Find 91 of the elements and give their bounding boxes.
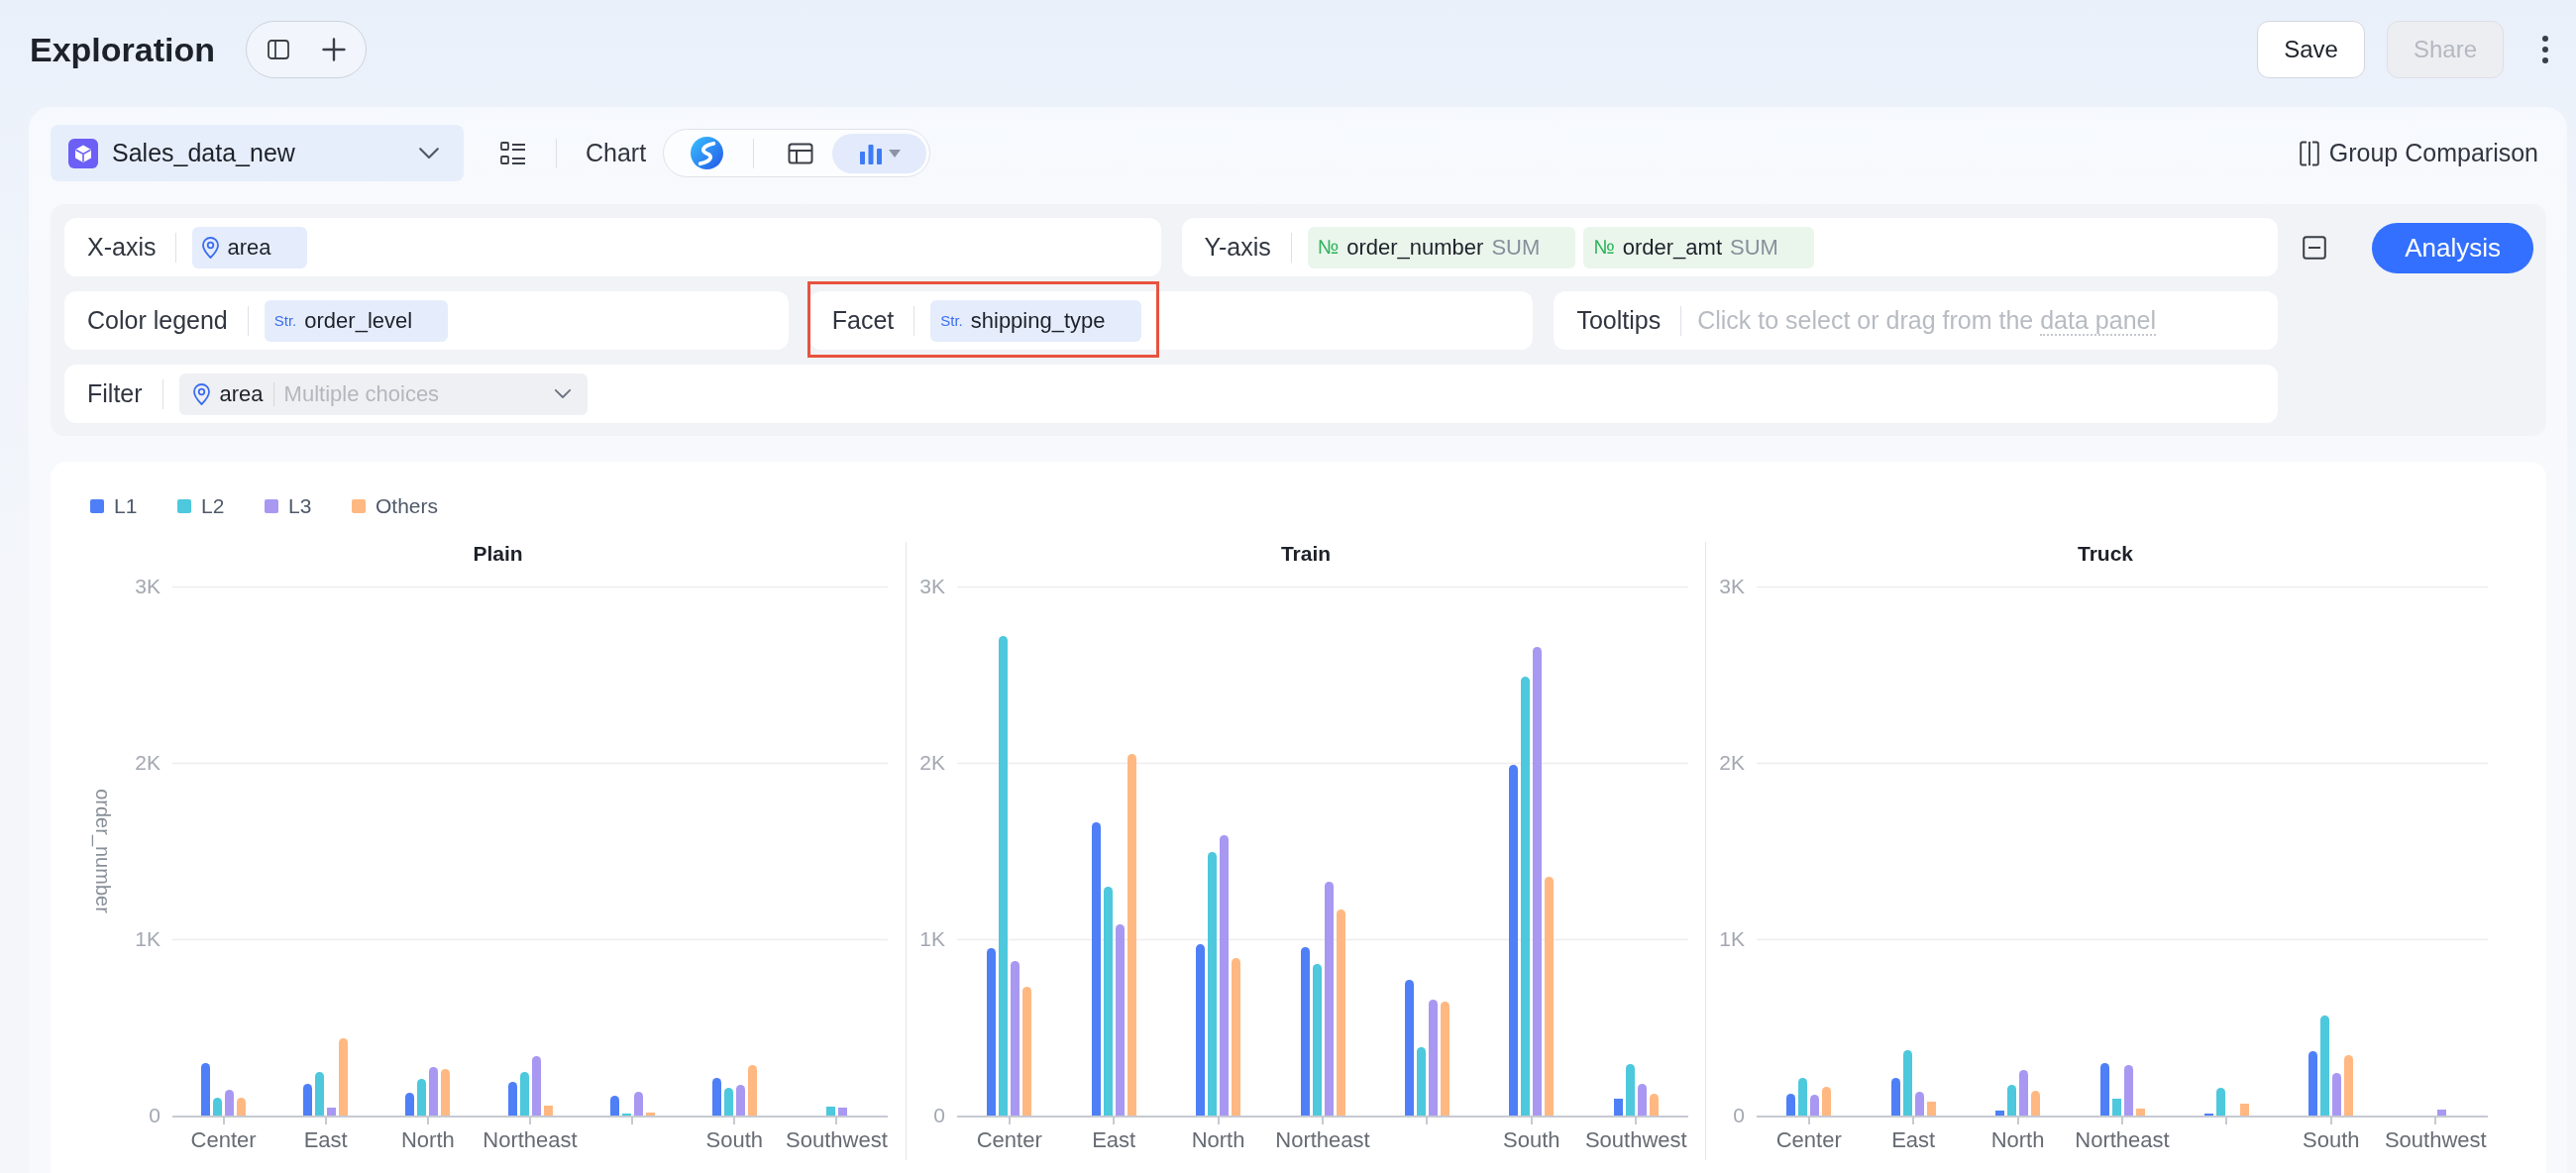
field-name: area [227, 234, 271, 261]
list-icon[interactable] [500, 141, 526, 165]
legend-label[interactable]: L2 [201, 494, 225, 518]
category-label: Southwest [1584, 1127, 1687, 1152]
chart-title: Truck [2077, 542, 2134, 566]
category-label: East [1891, 1127, 1936, 1152]
dataset-select[interactable]: Sales_data_new [51, 125, 464, 181]
chart-title: Plain [472, 542, 524, 566]
field-label: Facet [831, 306, 895, 335]
tick-label: 3K [1719, 575, 1745, 597]
type-tag: № [1317, 236, 1340, 259]
category-label: Northeast [2075, 1127, 2170, 1152]
pin-icon [202, 236, 220, 259]
category-label: North [1990, 1127, 2045, 1152]
legend-square-icon [177, 499, 191, 513]
page-title: Exploration [30, 30, 216, 69]
field-label: Color legend [87, 306, 228, 335]
more-icon[interactable] [2541, 35, 2549, 64]
chevron-down-icon[interactable] [418, 146, 440, 160]
field-name: order_number [1346, 234, 1484, 261]
field-slot[interactable] [64, 218, 1161, 276]
legend-label[interactable]: L3 [288, 494, 312, 518]
field-chip[interactable]: Str. shipping_type [930, 299, 1141, 342]
tick-label: 0 [933, 1104, 945, 1126]
field-name: shipping_type [970, 307, 1106, 334]
legend-square-icon [352, 499, 366, 513]
table-icon [788, 142, 814, 164]
category-label: Northeast [1275, 1127, 1370, 1152]
tick-label: 3K [919, 575, 945, 597]
field-label: Tooltips [1576, 306, 1662, 335]
category-label: East [303, 1127, 348, 1152]
tick-label: 3K [135, 575, 161, 597]
field-chip[interactable]: area [192, 226, 307, 268]
field-label: X-axis [87, 233, 157, 262]
plus-icon[interactable] [322, 38, 347, 61]
field-name: order_level [304, 307, 413, 334]
legend-label[interactable]: L1 [114, 494, 138, 518]
tick-label: 0 [149, 1104, 161, 1126]
sidebar-icon[interactable] [268, 40, 290, 59]
category-label: Center [976, 1127, 1042, 1152]
caret-down-icon [888, 149, 901, 158]
type-tag: Str. [273, 312, 297, 329]
legend-square-icon [90, 499, 104, 513]
save-button[interactable]: Save [2257, 21, 2365, 78]
legend-label[interactable]: Others [376, 494, 439, 518]
tick-label: 0 [1733, 1104, 1745, 1126]
dataset-name: Sales_data_new [112, 139, 296, 167]
field-label: Filter [87, 379, 143, 408]
category-label: North [400, 1127, 455, 1152]
tick-label: 2K [135, 751, 161, 774]
field-name: order_amt [1622, 234, 1723, 261]
category-label: South [2303, 1127, 2360, 1152]
category-label: Center [190, 1127, 257, 1152]
bar-chart-icon [858, 142, 883, 164]
swirl-icon [690, 137, 723, 169]
field-label: Y-axis [1204, 233, 1271, 262]
tick-label: 1K [135, 927, 161, 950]
analysis-button[interactable]: Analysis [2372, 223, 2533, 273]
group-comparison-button[interactable]: Group Comparison [2299, 139, 2538, 167]
category-label: South [705, 1127, 764, 1152]
category-label: Northeast [483, 1127, 578, 1152]
pin-icon [192, 382, 210, 405]
cube-icon [68, 138, 98, 168]
category-label: North [1191, 1127, 1245, 1152]
field-slot[interactable] [1554, 291, 2279, 350]
chart-title: Train [1279, 542, 1333, 566]
filter-select[interactable]: area Multiple choices [178, 373, 588, 415]
category-label: Center [1775, 1127, 1842, 1152]
category-label: East [1092, 1127, 1136, 1152]
field-chip[interactable]: Str. order_level [264, 299, 449, 342]
type-tag: № [1593, 236, 1615, 259]
placeholder-text: Multiple choices [283, 380, 441, 407]
aggregate-label: SUM [1491, 234, 1541, 261]
chart-label: Chart [586, 139, 647, 167]
field-name: area [219, 380, 264, 407]
category-label: Southwest [786, 1127, 888, 1152]
minus-square-icon[interactable] [2303, 236, 2327, 260]
type-tag: Str. [940, 312, 963, 329]
aggregate-label: SUM [1730, 234, 1778, 261]
tick-label: 1K [919, 927, 945, 950]
field-chip[interactable]: № order_amt SUM [1583, 226, 1814, 268]
field-chip[interactable]: № order_number SUM [1307, 226, 1576, 268]
legend-square-icon [265, 499, 278, 513]
category-label: South [1503, 1127, 1560, 1152]
category-label: Southwest [2384, 1127, 2487, 1152]
tick-label: 1K [1719, 927, 1745, 950]
hint-text: Click to select or drag from the data panel [1697, 306, 2156, 335]
tick-label: 2K [919, 751, 945, 774]
axis-title: order_number [92, 789, 114, 913]
chevron-down-icon[interactable] [553, 388, 572, 399]
tick-label: 2K [1719, 751, 1745, 774]
